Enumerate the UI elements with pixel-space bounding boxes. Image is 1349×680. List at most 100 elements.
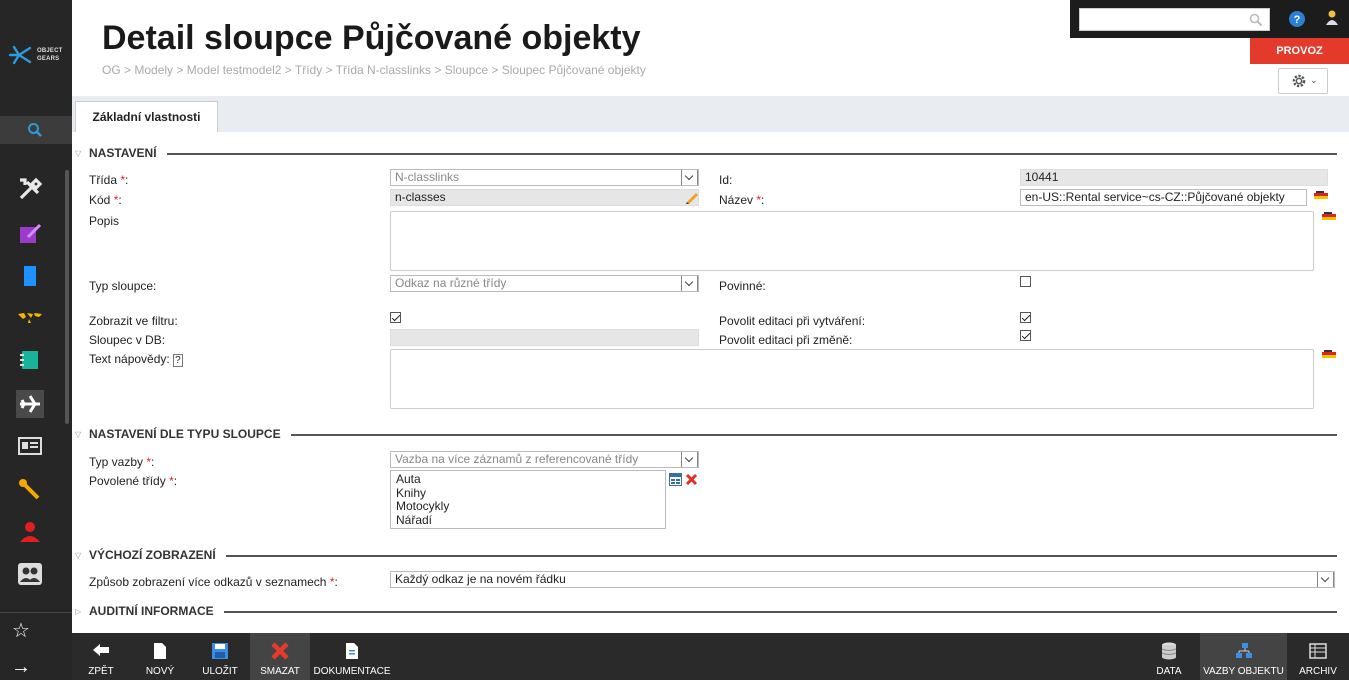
typ-sloupce-select[interactable]: Odkaz na různé třídy [390,275,699,292]
popis-textarea[interactable] [390,211,1314,271]
translation-flag-icon[interactable] [1322,212,1336,223]
field-label-povolene-tridy: Povolené třídy *: [89,474,178,488]
kod-field: n-classes [390,189,699,206]
sidebar-scrollbar[interactable] [65,170,69,424]
svg-text:?: ? [1294,14,1301,26]
wrench-icon [19,479,40,500]
field-label-popis: Popis [89,214,120,228]
archive-button[interactable]: ARCHIV [1293,633,1343,680]
sidebar-item-document[interactable] [16,262,44,290]
user-profile-icon[interactable] [1324,9,1340,27]
app-root: OBJECT GEARS ☆ → Detail sloupce Půjčovan… [0,0,1349,680]
document-icon [24,266,36,286]
back-button-label: ZPĚT [88,666,114,677]
breadcrumb[interactable]: OG > Modely > Model testmodel2 > Třídy >… [102,63,646,77]
field-label-typ-sloupce: Typ sloupce: [89,279,157,293]
section-nastaveni-dle-typu[interactable]: ▽ NASTAVENÍ DLE TYPU SLOUPCE [72,426,1337,442]
section-title: NASTAVENÍ DLE TYPU SLOUPCE [89,427,291,441]
section-nastaveni[interactable]: ▽ NASTAVENÍ [72,145,1337,161]
field-label-zpusob-zobrazeni: Způsob zobrazení více odkazů v seznamech… [89,575,338,589]
collapse-triangle-icon: ▽ [75,430,82,439]
edit-vytvareni-checkbox[interactable] [1020,312,1031,323]
save-disk-icon [212,643,228,659]
new-button[interactable]: NOVÝ [130,633,190,680]
list-item[interactable]: Knihy [396,486,660,501]
settings-menu-button[interactable]: ⌄ [1278,68,1328,94]
pencil-icon[interactable] [684,189,700,205]
section-title: NASTAVENÍ [89,146,167,160]
chevron-down-icon [681,452,698,467]
form-content: ▽ NASTAVENÍ Třída *: N-classlinks Kód *:… [72,132,1349,633]
logo-text-2: GEARS [37,56,60,62]
search-icon [28,123,42,137]
sidebar-item-wrench[interactable] [16,476,44,504]
sidebar-item-users[interactable] [16,560,44,588]
sidebar-search[interactable] [0,116,72,144]
archive-button-label: ARCHIV [1299,666,1337,677]
sidebar-item-map[interactable] [16,304,44,332]
delete-icon[interactable] [685,473,698,486]
sloupec-db-field [390,329,699,346]
object-links-button[interactable]: VAZBY OBJEKTU [1200,633,1287,680]
database-icon [1161,642,1177,660]
data-button[interactable]: DATA [1144,633,1194,680]
favorites-star-icon[interactable]: ☆ [10,620,32,642]
list-item[interactable]: Nářadí [396,513,660,528]
typ-vazby-select[interactable]: Vazba na více záznamů z referencované tř… [390,451,699,468]
select-list-icon[interactable] [669,473,682,486]
environment-badge[interactable]: PROVOZ [1250,38,1349,64]
delete-button-label: SMAZAT [260,666,300,677]
zobrazit-filtr-checkbox[interactable] [390,312,401,323]
new-button-label: NOVÝ [145,666,175,677]
new-document-icon [154,643,166,659]
logo[interactable]: OBJECT GEARS [8,40,68,70]
sidebar-item-idcard[interactable] [16,432,44,460]
section-vychozi-zobrazeni[interactable]: ▽ VÝCHOZÍ ZOBRAZENÍ [72,547,1337,563]
translation-flag-icon[interactable] [1314,191,1328,202]
help-icon[interactable]: ? [1288,10,1306,28]
povolene-tridy-list[interactable]: Auta Knihy Motocykly Nářadí [390,470,666,529]
user-icon [20,522,40,542]
global-search-input[interactable] [1079,8,1270,31]
povinne-checkbox[interactable] [1020,276,1031,287]
expand-triangle-icon: ▷ [75,607,82,616]
list-item[interactable]: Auta [396,472,660,487]
field-label-sloupec-db: Sloupec v DB: [89,333,166,347]
documentation-icon [346,643,358,659]
delete-button[interactable]: SMAZAT [250,633,310,680]
sidebar-item-notebook[interactable] [16,346,44,374]
help-edit-icon[interactable]: ? [173,354,183,367]
save-button-label: ULOŽIT [202,666,238,677]
list-item[interactable]: Motocykly [396,499,660,514]
expand-arrow-icon[interactable]: → [10,656,32,678]
edit-zmene-checkbox[interactable] [1020,330,1031,341]
id-card-icon [18,437,42,455]
logo-text-1: OBJECT [37,48,63,54]
chevron-down-icon [1317,572,1334,587]
users-icon [18,563,42,585]
tab-zakladni-vlastnosti[interactable]: Základní vlastnosti [75,101,218,133]
sidebar-item-edit[interactable] [16,220,44,248]
translation-flag-icon[interactable] [1322,350,1336,361]
section-title: VÝCHOZÍ ZOBRAZENÍ [89,548,226,562]
field-label-id: Id: [719,173,733,187]
documentation-button[interactable]: DOKUMENTACE [310,633,394,680]
back-button[interactable]: ZPĚT [72,633,130,680]
chevron-down-icon [681,276,698,291]
sidebar-item-tools[interactable] [16,176,44,204]
section-auditni-informace[interactable]: ▷ AUDITNÍ INFORMACE [72,603,1337,619]
sidebar: OBJECT GEARS ☆ → [0,0,72,680]
sidebar-item-user[interactable] [16,518,44,546]
notebook-icon [20,351,38,369]
object-links-button-label: VAZBY OBJEKTU [1203,666,1284,677]
zpusob-zobrazeni-select[interactable]: Každý odkaz je na novém řádku [390,571,1335,588]
text-napovedy-textarea[interactable] [390,349,1314,409]
tools-icon [19,177,43,200]
trida-select[interactable]: N-classlinks [390,169,699,186]
field-label-nazev: Název *: [719,193,765,207]
sidebar-item-airplane[interactable] [16,390,44,418]
field-label-kod: Kód *: [89,193,122,207]
nazev-input[interactable]: en-US::Rental service~cs-CZ::Půjčované o… [1020,189,1307,206]
world-map-icon [18,313,42,323]
save-button[interactable]: ULOŽIT [190,633,250,680]
